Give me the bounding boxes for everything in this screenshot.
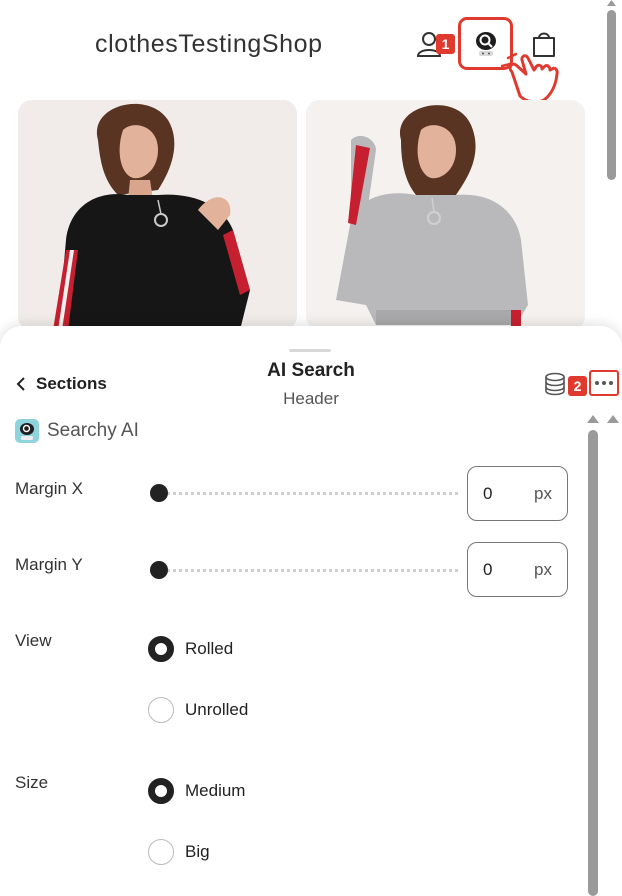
store-title[interactable]: clothesTestingShop — [95, 30, 323, 59]
panel-title: AI Search — [267, 360, 355, 381]
panel-scrollbar[interactable] — [588, 430, 598, 896]
radio-selected[interactable] — [148, 778, 174, 804]
drag-handle[interactable] — [289, 349, 331, 352]
margin-y-slider[interactable] — [150, 560, 458, 580]
radio-label: Unrolled — [185, 700, 249, 719]
section-settings-panel: Sections AI Search Header 2 Searchy AI M… — [0, 326, 622, 896]
size-option-big[interactable]: Big — [148, 839, 210, 865]
size-label: Size — [15, 773, 49, 792]
slider-track — [160, 569, 458, 572]
margin-y-value[interactable]: 0 — [483, 560, 492, 580]
product-image-black-sweatshirt[interactable] — [18, 100, 297, 330]
margin-y-input[interactable]: 0 px — [467, 542, 568, 597]
margin-y-unit: px — [534, 560, 552, 579]
pointer-hand-icon — [500, 52, 559, 104]
page-scrollbar[interactable] — [607, 10, 616, 180]
product-image-grey-sweatshirt[interactable] — [306, 100, 585, 330]
step-badge-2: 2 — [568, 376, 587, 396]
searchy-ai-logo-icon — [15, 419, 39, 443]
app-name: Searchy AI — [47, 420, 139, 441]
radio-label: Big — [185, 842, 210, 861]
slider-knob[interactable] — [150, 484, 168, 502]
margin-x-slider[interactable] — [150, 483, 458, 503]
scroll-arrows-icon[interactable] — [586, 415, 620, 425]
radio-unselected[interactable] — [148, 697, 174, 723]
radio-label: Rolled — [185, 639, 234, 658]
size-option-medium[interactable]: Medium — [148, 778, 245, 804]
view-option-unrolled[interactable]: Unrolled — [148, 697, 248, 723]
slider-knob[interactable] — [150, 561, 168, 579]
radio-unselected[interactable] — [148, 839, 174, 865]
margin-x-label: Margin X — [15, 479, 84, 498]
margin-x-unit: px — [534, 484, 552, 503]
margin-y-label: Margin Y — [15, 555, 83, 574]
ai-search-icon — [476, 32, 496, 56]
more-dots-icon — [595, 381, 599, 385]
view-label: View — [15, 631, 52, 650]
store-header: clothesTestingShop 1 — [0, 0, 622, 180]
step-badge-1: 1 — [436, 34, 455, 54]
radio-selected[interactable] — [148, 636, 174, 662]
view-option-rolled[interactable]: Rolled — [148, 636, 233, 662]
more-options-button[interactable] — [589, 370, 619, 396]
database-icon[interactable] — [543, 372, 567, 396]
slider-track — [160, 492, 458, 495]
app-source: Searchy AI — [15, 418, 139, 444]
panel-subtitle: Header — [283, 389, 339, 408]
margin-x-value[interactable]: 0 — [483, 484, 492, 504]
margin-x-input[interactable]: 0 px — [467, 466, 568, 521]
radio-label: Medium — [185, 781, 246, 800]
scroll-up-arrow-icon[interactable] — [607, 0, 616, 6]
